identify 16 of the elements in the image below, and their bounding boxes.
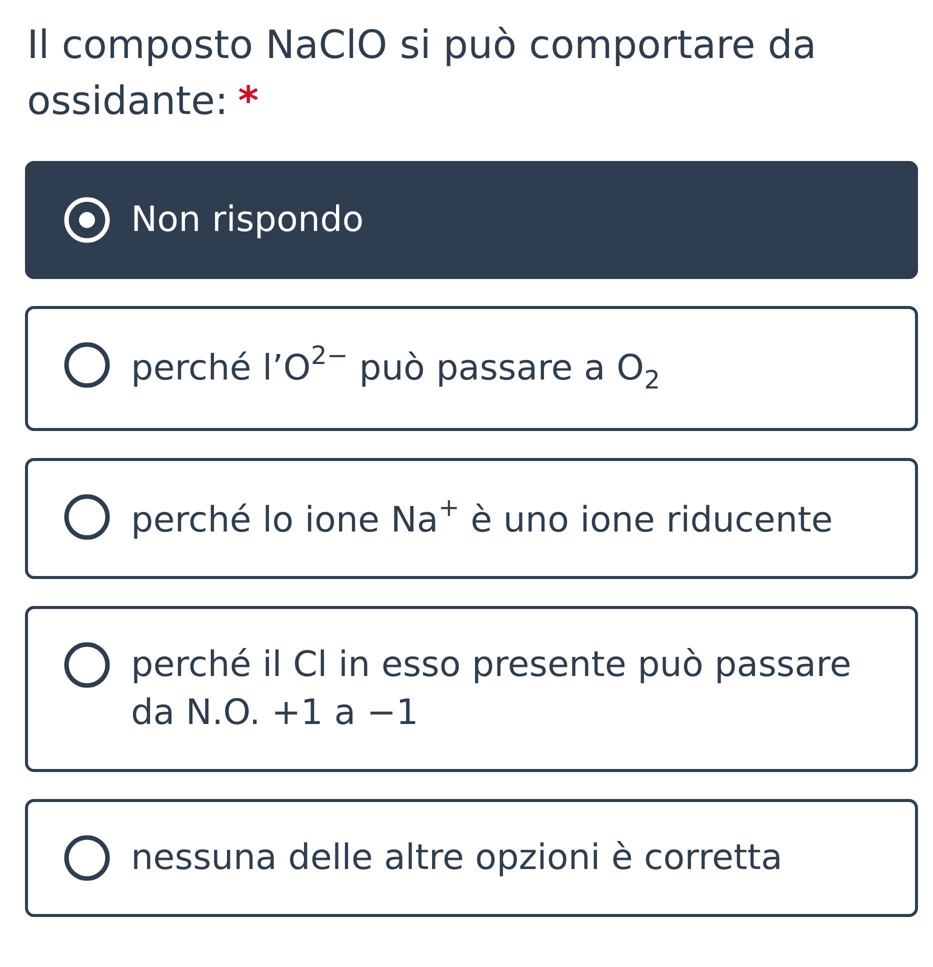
answer-option[interactable]: perché lo ione Na$^{+}$ è uno ione riducente	[25, 458, 918, 580]
radio-icon[interactable]	[64, 642, 110, 688]
answer-option[interactable]: perché il Cl in esso presente può passare da N.O. +1 a −1	[25, 606, 918, 772]
radio-icon[interactable]	[64, 835, 110, 882]
option-label: perché l’O$^{2−}$ può passare a O$_{2}$	[131, 341, 660, 396]
answer-option[interactable]: nessuna delle altre opzioni è corretta	[25, 799, 918, 918]
answer-option[interactable]: perché l’O$^{2−}$ può passare a O$_{2}$	[25, 306, 918, 431]
question-text: Il composto NaClO si può comportare da ossidante: *	[26, 22, 818, 126]
option-label: perché il Cl in esso presente può passare da N.O. +1 a −1	[131, 644, 852, 736]
radio-icon[interactable]	[64, 494, 110, 540]
option-label: perché lo ione Na$^{+}$ è uno ione riducente	[131, 492, 833, 542]
radio-icon[interactable]	[64, 342, 110, 388]
option-label: nessuna delle altre opzioni è corretta	[131, 837, 782, 880]
option-label: Non rispondo	[131, 199, 364, 242]
answer-option[interactable]: Non rispondo	[25, 161, 918, 279]
radio-selected-icon[interactable]	[64, 197, 110, 243]
